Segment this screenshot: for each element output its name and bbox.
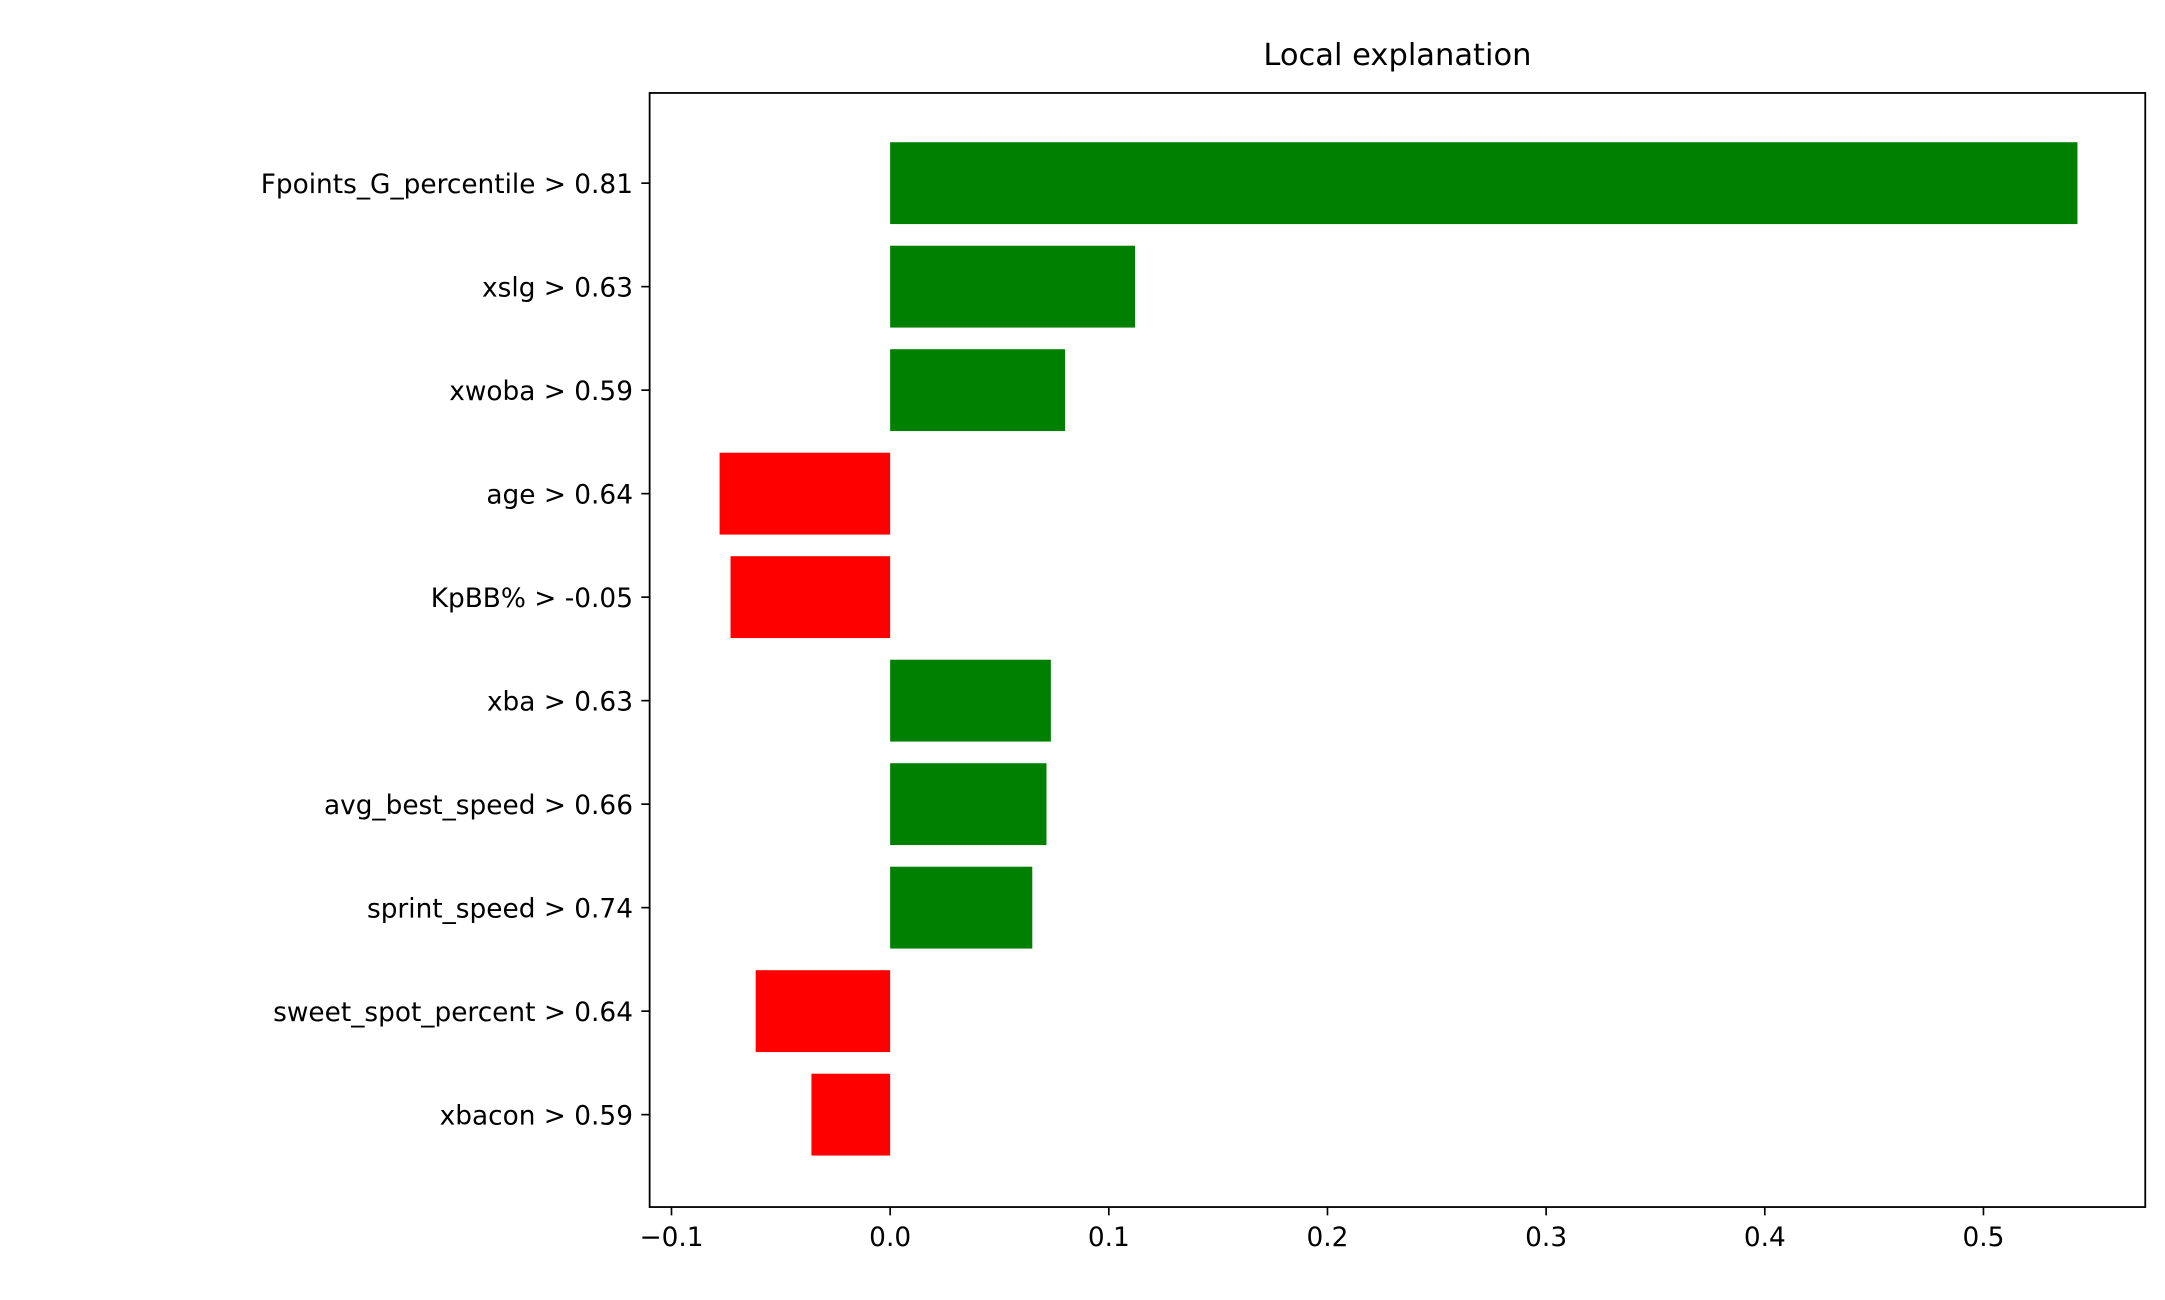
x-tick-label: 0.2 [1307,1223,1349,1253]
bar [890,349,1066,432]
y-tick-label: xba > 0.63 [487,687,633,717]
x-tick-label: −0.1 [639,1223,703,1253]
bar [890,659,1051,742]
y-tick-label: Fpoints_G_percentile > 0.81 [261,170,633,200]
chart-title: Local explanation [1263,38,1531,73]
y-tick-label: sprint_speed > 0.74 [367,894,633,924]
y-tick-label: xwoba > 0.59 [449,377,633,407]
y-tick-label: KpBB% > -0.05 [431,584,633,614]
y-tick-label: age > 0.64 [486,480,633,510]
x-tick-label: 0.0 [869,1223,911,1253]
bar [811,1073,891,1156]
y-tick-label: xbacon > 0.59 [440,1101,633,1131]
y-tick-label: avg_best_speed > 0.66 [324,791,633,821]
bar [890,763,1047,846]
x-tick-label: 0.4 [1744,1223,1786,1253]
x-tick-label: 0.5 [1962,1223,2004,1253]
bar [890,245,1136,328]
bar [890,866,1033,949]
bar [755,970,891,1053]
bar [719,452,891,535]
y-tick-label: xslg > 0.63 [482,273,633,303]
bar [730,556,891,639]
local-explanation-chart: Local explanation Fpoints_G_percentile >… [261,38,2147,1253]
x-tick-label: 0.1 [1088,1223,1130,1253]
bar [890,142,2078,225]
y-tick-label: sweet_spot_percent > 0.64 [273,998,633,1028]
x-tick-label: 0.3 [1525,1223,1567,1253]
